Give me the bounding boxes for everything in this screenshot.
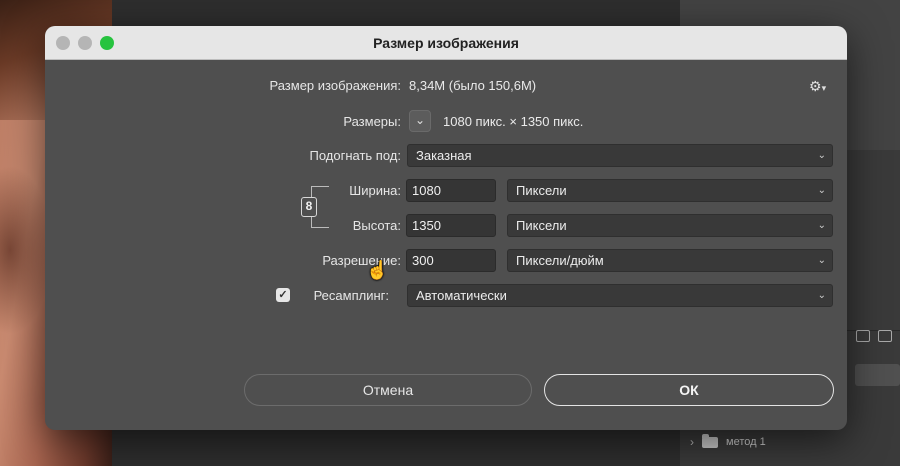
resolution-unit-select[interactable]: Пиксели/дюйм ⌄ [507, 249, 833, 272]
resample-selected: Автоматически [416, 288, 507, 303]
layer-name: метод 1 [726, 436, 766, 448]
resolution-input[interactable]: 300 [406, 249, 496, 272]
width-unit-select[interactable]: Пиксели ⌄ [507, 179, 833, 202]
hand-pointer-icon: ☝ [366, 260, 389, 280]
resample-label: Ресамплинг: [313, 288, 389, 303]
ok-button[interactable]: ОК [544, 374, 834, 406]
fit-to-selected: Заказная [416, 148, 472, 163]
chevron-down-icon: ⌄ [817, 255, 826, 266]
cancel-button[interactable]: Отмена [244, 374, 532, 406]
dimensions-value: 1080 пикс. × 1350 пикс. [443, 114, 584, 129]
height-input[interactable]: 1350 [406, 214, 496, 237]
chevron-down-icon: ⌄ [817, 150, 826, 161]
adjustment-filter-icon[interactable] [878, 330, 892, 342]
chevron-down-icon: ⌄ [414, 113, 426, 127]
height-label: Высота: [352, 218, 401, 233]
layer-row[interactable]: › метод 1 [690, 430, 900, 454]
folder-icon [702, 433, 718, 448]
fit-to-label: Подогнать под: [309, 148, 402, 163]
blend-mode-field[interactable] [855, 364, 900, 386]
width-unit-selected: Пиксели [516, 183, 567, 198]
panel-toolbar [856, 330, 892, 342]
dialog-titlebar: Размер изображения [45, 26, 847, 60]
dimensions-label: Размеры: [343, 114, 401, 129]
chevron-down-icon: ⌄ [817, 290, 826, 301]
height-unit-selected: Пиксели [516, 218, 567, 233]
dimensions-unit-toggle[interactable]: ⌄ [409, 110, 431, 132]
chevron-down-icon: ⌄ [817, 185, 826, 196]
image-size-dialog: Размер изображения Размер изображения: 8… [45, 26, 847, 430]
width-input[interactable]: 1080 [406, 179, 496, 202]
resolution-unit-selected: Пиксели/дюйм [516, 253, 604, 268]
chain-link-icon[interactable]: 8 [301, 197, 317, 217]
image-filter-icon[interactable] [856, 330, 870, 342]
height-unit-select[interactable]: Пиксели ⌄ [507, 214, 833, 237]
gear-icon[interactable]: ⚙▾ [809, 78, 826, 95]
fit-to-select[interactable]: Заказная ⌄ [407, 144, 833, 167]
image-size-label: Размер изображения: [269, 78, 401, 93]
resample-select[interactable]: Автоматически ⌄ [407, 284, 833, 307]
chevron-right-icon[interactable]: › [690, 435, 694, 449]
width-label: Ширина: [349, 183, 401, 198]
dialog-title: Размер изображения [373, 35, 519, 51]
gear-caret-icon: ▾ [821, 83, 827, 93]
chevron-down-icon: ⌄ [817, 220, 826, 231]
resample-checkbox[interactable]: ✓ [276, 288, 290, 302]
image-size-value: 8,34M (было 150,6M) [409, 78, 537, 93]
